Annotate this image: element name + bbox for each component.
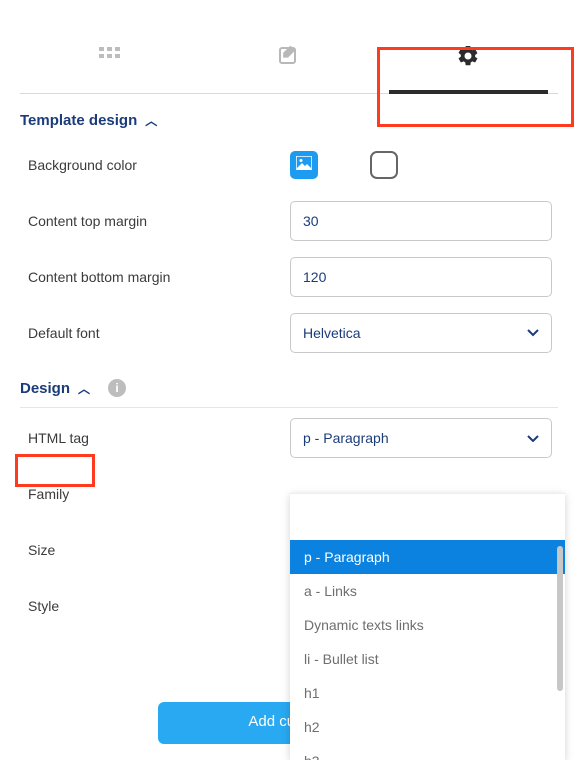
select-default-font[interactable]: Helvetica bbox=[290, 313, 552, 353]
label-html-tag: HTML tag bbox=[20, 430, 290, 446]
row-default-font: Default font Helvetica bbox=[20, 305, 558, 361]
edit-icon bbox=[278, 45, 300, 72]
value-content-top-margin: 30 bbox=[303, 213, 319, 229]
value-html-tag: p - Paragraph bbox=[303, 430, 389, 446]
tab-edit[interactable] bbox=[199, 24, 378, 93]
section-title-design: Design bbox=[20, 380, 70, 397]
background-color-image-swatch[interactable] bbox=[290, 151, 318, 179]
label-family: Family bbox=[20, 486, 290, 502]
value-default-font: Helvetica bbox=[303, 325, 361, 341]
dropdown-item-h3[interactable]: h3 bbox=[290, 744, 565, 760]
chevron-up-icon: ︿ bbox=[78, 380, 90, 397]
input-content-bottom-margin[interactable]: 120 bbox=[290, 257, 552, 297]
dropdown-search-input[interactable] bbox=[300, 509, 555, 525]
tab-bar bbox=[20, 24, 558, 94]
divider bbox=[20, 407, 558, 408]
row-html-tag: HTML tag p - Paragraph bbox=[20, 410, 558, 466]
dropdown-html-tag: p - Paragraph a - Links Dynamic texts li… bbox=[290, 493, 565, 760]
grid-icon bbox=[99, 47, 121, 70]
row-background-color: Background color bbox=[20, 137, 558, 193]
tab-grid[interactable] bbox=[20, 24, 199, 93]
dropdown-search bbox=[290, 494, 565, 540]
section-title: Template design bbox=[20, 112, 137, 129]
dropdown-list: p - Paragraph a - Links Dynamic texts li… bbox=[290, 540, 565, 760]
label-background-color: Background color bbox=[20, 157, 290, 173]
info-icon[interactable]: i bbox=[108, 379, 126, 397]
row-content-top-margin: Content top margin 30 bbox=[20, 193, 558, 249]
label-content-bottom-margin: Content bottom margin bbox=[20, 269, 290, 285]
dropdown-scrollbar[interactable] bbox=[557, 546, 563, 691]
image-icon bbox=[296, 156, 312, 175]
input-content-top-margin[interactable]: 30 bbox=[290, 201, 552, 241]
section-design[interactable]: Design ︿ i bbox=[20, 361, 558, 405]
section-template-design[interactable]: Template design ︿ bbox=[20, 94, 558, 137]
label-default-font: Default font bbox=[20, 325, 290, 341]
label-content-top-margin: Content top margin bbox=[20, 213, 290, 229]
label-size: Size bbox=[20, 542, 290, 558]
tab-settings[interactable] bbox=[379, 24, 558, 93]
dropdown-item-h2[interactable]: h2 bbox=[290, 710, 565, 744]
select-html-tag[interactable]: p - Paragraph bbox=[290, 418, 552, 458]
chevron-up-icon: ︿ bbox=[145, 112, 157, 129]
dropdown-item-p[interactable]: p - Paragraph bbox=[290, 540, 565, 574]
dropdown-item-h1[interactable]: h1 bbox=[290, 676, 565, 710]
value-content-bottom-margin: 120 bbox=[303, 269, 326, 285]
dropdown-item-li[interactable]: li - Bullet list bbox=[290, 642, 565, 676]
caret-up-icon bbox=[527, 434, 539, 442]
row-content-bottom-margin: Content bottom margin 120 bbox=[20, 249, 558, 305]
dropdown-item-dynamic[interactable]: Dynamic texts links bbox=[290, 608, 565, 642]
caret-down-icon bbox=[527, 329, 539, 337]
label-style: Style bbox=[20, 598, 290, 614]
gear-icon bbox=[456, 44, 480, 73]
background-color-empty-swatch[interactable] bbox=[370, 151, 398, 179]
dropdown-item-a[interactable]: a - Links bbox=[290, 574, 565, 608]
